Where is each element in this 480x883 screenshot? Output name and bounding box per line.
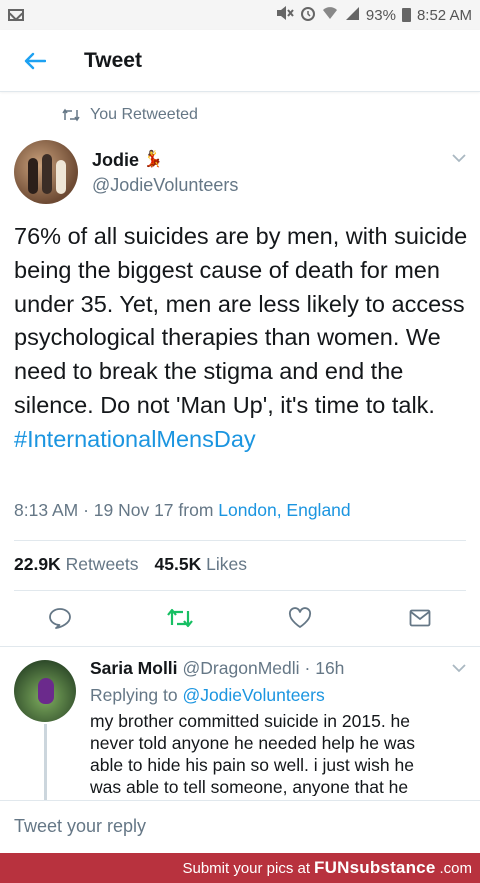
- alarm-icon: [300, 5, 316, 25]
- retweet-button[interactable]: [162, 600, 198, 636]
- back-arrow-icon: [24, 52, 46, 69]
- reply-icon: [49, 608, 71, 629]
- tweet-timestamp: 8:13 AM · 19 Nov 17: [14, 500, 174, 520]
- heart-icon: [288, 607, 312, 628]
- tweet-stats: 22.9K Retweets 45.5K Likes: [14, 554, 247, 575]
- chevron-down-icon[interactable]: [452, 150, 466, 168]
- likes-stat[interactable]: 45.5K Likes: [155, 554, 247, 575]
- chevron-down-icon[interactable]: [452, 660, 466, 678]
- wifi-icon: [322, 6, 338, 24]
- status-bar: 93% 8:52 AM: [0, 0, 480, 30]
- reply-button[interactable]: [42, 600, 78, 636]
- retweet-icon: [62, 108, 80, 122]
- retweets-stat[interactable]: 22.9K Retweets: [14, 554, 139, 575]
- hashtag-link[interactable]: #InternationalMensDay: [14, 423, 474, 457]
- author-handle[interactable]: @JodieVolunteers: [92, 175, 238, 196]
- page-title: Tweet: [84, 48, 142, 72]
- like-button[interactable]: [282, 600, 318, 636]
- dancer-emoji-icon: 💃: [143, 151, 163, 168]
- reply-input-placeholder: Tweet your reply: [14, 816, 147, 836]
- from-label: from: [178, 500, 214, 520]
- avatar[interactable]: [14, 140, 78, 204]
- retweet-context-label: You Retweeted: [90, 106, 198, 123]
- tweet-actions: [0, 600, 480, 636]
- watermark-text: Submit your pics at: [182, 859, 311, 877]
- mail-icon: [409, 609, 431, 627]
- tweet-body: 76% of all suicides are by men, with sui…: [14, 223, 468, 418]
- back-button[interactable]: [0, 30, 70, 92]
- mute-icon: [276, 5, 294, 25]
- app-bar: Tweet: [0, 30, 480, 92]
- author-name[interactable]: Jodie: [92, 150, 139, 171]
- replying-to: Replying to @JodieVolunteers: [90, 685, 325, 706]
- share-button[interactable]: [402, 600, 438, 636]
- reply-avatar[interactable]: [14, 660, 76, 722]
- reply-time: · 16h: [304, 658, 345, 678]
- reply-author-handle[interactable]: @DragonMedli: [183, 658, 300, 679]
- tweet-text: 76% of all suicides are by men, with sui…: [14, 220, 474, 457]
- reply-input[interactable]: Tweet your reply: [0, 800, 480, 852]
- battery-percent: 93%: [365, 6, 396, 24]
- retweet-icon: [167, 608, 193, 628]
- tweet-meta: 8:13 AM · 19 Nov 17 from London, England: [14, 500, 351, 521]
- divider: [0, 646, 480, 647]
- divider: [14, 540, 466, 541]
- thread-line: [44, 724, 47, 804]
- watermark-brand: FUNsubstance: [314, 858, 436, 877]
- clock: 8:52 AM: [416, 6, 472, 24]
- mention-link[interactable]: @JodieVolunteers: [182, 685, 324, 705]
- replying-label: Replying to: [90, 685, 178, 705]
- battery-icon: [401, 8, 411, 22]
- location-link[interactable]: London, England: [218, 500, 350, 520]
- reply-author-name[interactable]: Saria Molli: [90, 658, 178, 679]
- watermark-suffix: .com: [439, 859, 472, 877]
- reply-header: Saria Molli @DragonMedli · 16h: [90, 658, 344, 679]
- watermark-banner: Submit your pics at FUNsubstance .com: [0, 853, 480, 883]
- signal-icon: [344, 6, 360, 24]
- retweet-context: You Retweeted: [62, 106, 198, 124]
- divider: [14, 590, 466, 591]
- reply-text: my brother committed suicide in 2015. he…: [90, 711, 415, 796]
- gmail-icon: [8, 9, 24, 21]
